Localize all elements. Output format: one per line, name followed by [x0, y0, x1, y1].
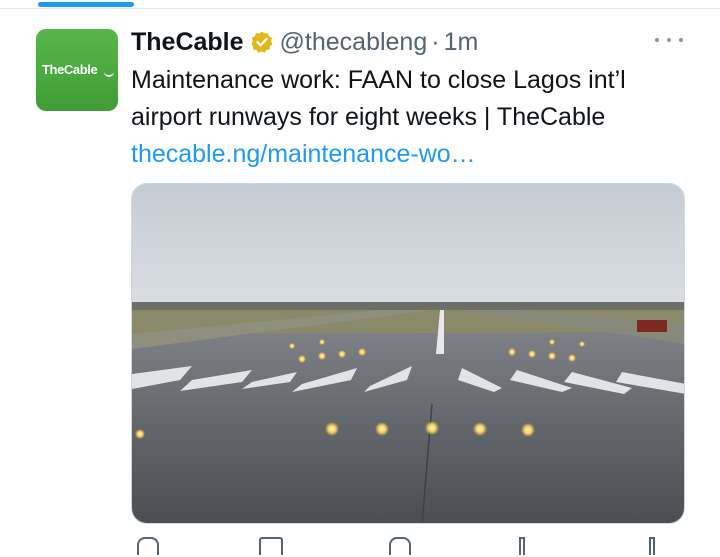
- retweet-icon[interactable]: [259, 537, 283, 555]
- tweet-text: Maintenance work: FAAN to close Lagos in…: [131, 62, 691, 173]
- more-options-icon[interactable]: [655, 30, 683, 50]
- divider: [0, 8, 720, 9]
- author-handle[interactable]: @thecableng: [280, 28, 428, 57]
- runway-photo: [132, 184, 684, 523]
- reply-icon[interactable]: [137, 537, 159, 555]
- active-tab-indicator: [38, 2, 134, 7]
- tweet-actions: [131, 537, 691, 557]
- author-name[interactable]: TheCable: [131, 28, 244, 57]
- tweet-header: TheCable @thecableng · 1m: [131, 26, 478, 58]
- tweet-body: Maintenance work: FAAN to close Lagos in…: [131, 66, 626, 131]
- tweet-media-image[interactable]: [131, 183, 685, 524]
- logo-swoosh-icon: [104, 72, 114, 77]
- separator-dot: ·: [431, 27, 440, 56]
- avatar[interactable]: TheCable: [36, 29, 118, 111]
- views-icon[interactable]: [519, 537, 525, 555]
- like-icon[interactable]: [389, 537, 411, 555]
- avatar-logo-text: TheCable: [42, 62, 98, 77]
- tweet-link[interactable]: thecable.ng/maintenance-wo…: [131, 140, 476, 168]
- timestamp[interactable]: 1m: [444, 28, 479, 57]
- share-icon[interactable]: [649, 537, 655, 555]
- verified-badge-icon: [250, 30, 274, 54]
